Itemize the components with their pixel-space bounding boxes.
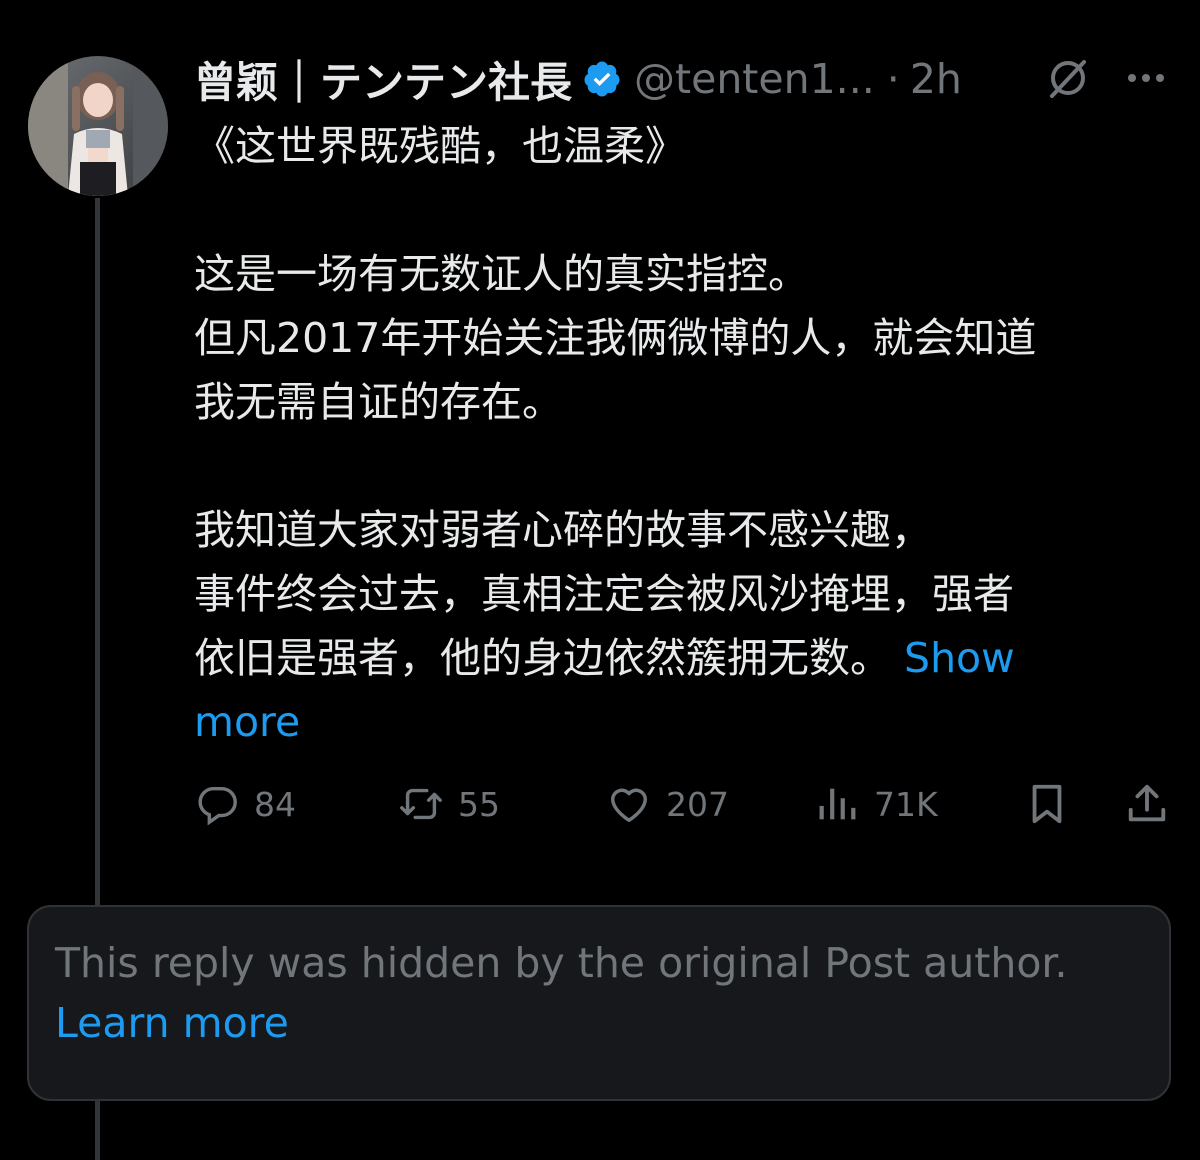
post-header: 曾颖｜テンテン社長 @tenten1... · 2h — [194, 48, 1184, 110]
views-icon — [819, 788, 856, 820]
grok-icon[interactable] — [1044, 54, 1092, 102]
post-text-blank-line — [194, 434, 1184, 498]
hidden-reply-message: This reply was hidden by the original Po… — [55, 939, 1068, 987]
hidden-reply-notice: This reply was hidden by the original Po… — [27, 905, 1171, 1101]
post-text-line-with-show-more: 依旧是强者，他的身边依然簇拥无数。 Show — [194, 626, 1184, 690]
show-more-link-part2[interactable]: more — [194, 698, 300, 746]
repost-icon — [400, 788, 442, 820]
post-action-bar: 84 55 207 71K — [194, 772, 1174, 836]
heart-icon — [610, 788, 648, 823]
post-text-line: 但凡2017年开始关注我俩微博的人，就会知道 — [194, 314, 1037, 362]
post-text: 《这世界既残酷，也温柔》 这是一场有无数证人的真实指控。 但凡2017年开始关注… — [194, 114, 1184, 754]
post-text-segment: 依旧是强者，他的身边依然簇拥无数。 — [194, 634, 891, 682]
reply-count: 84 — [254, 784, 296, 824]
post-text-line: 《这世界既残酷，也温柔》 — [194, 122, 686, 170]
like-button[interactable]: 207 — [606, 772, 729, 836]
share-icon — [1128, 784, 1166, 822]
verified-badge-icon — [584, 61, 620, 97]
bookmark-button[interactable] — [1024, 772, 1070, 836]
bookmark-icon — [1032, 784, 1062, 824]
share-button[interactable] — [1124, 772, 1170, 836]
repost-button[interactable]: 55 — [398, 772, 500, 836]
learn-more-link[interactable]: Learn more — [55, 999, 289, 1047]
post-text-blank-line — [194, 178, 1184, 242]
more-icon[interactable] — [1122, 54, 1170, 102]
post-text-line: more — [194, 690, 1184, 754]
author-handle[interactable]: @tenten1... — [634, 55, 875, 103]
separator-dot: · — [886, 55, 900, 103]
author-display-name[interactable]: 曾颖｜テンテン社長 — [194, 49, 572, 110]
post-timestamp[interactable]: 2h — [910, 55, 962, 103]
show-more-link-part1[interactable]: Show — [904, 634, 1015, 682]
post-text-line: 我知道大家对弱者心碎的故事不感兴趣， — [194, 506, 932, 554]
post-text-line: 这是一场有无数证人的真实指控。 — [194, 250, 809, 298]
like-count: 207 — [666, 784, 729, 824]
reply-button[interactable]: 84 — [194, 772, 296, 836]
reply-icon — [198, 786, 237, 826]
repost-count: 55 — [458, 784, 500, 824]
avatar-photo — [28, 56, 168, 196]
post-text-line: 我无需自证的存在。 — [194, 378, 563, 426]
view-count: 71K — [874, 784, 938, 824]
views-button[interactable]: 71K — [814, 772, 938, 836]
avatar[interactable] — [28, 56, 168, 196]
post-text-line: 事件终会过去，真相注定会被风沙掩埋，强者 — [194, 570, 1014, 618]
